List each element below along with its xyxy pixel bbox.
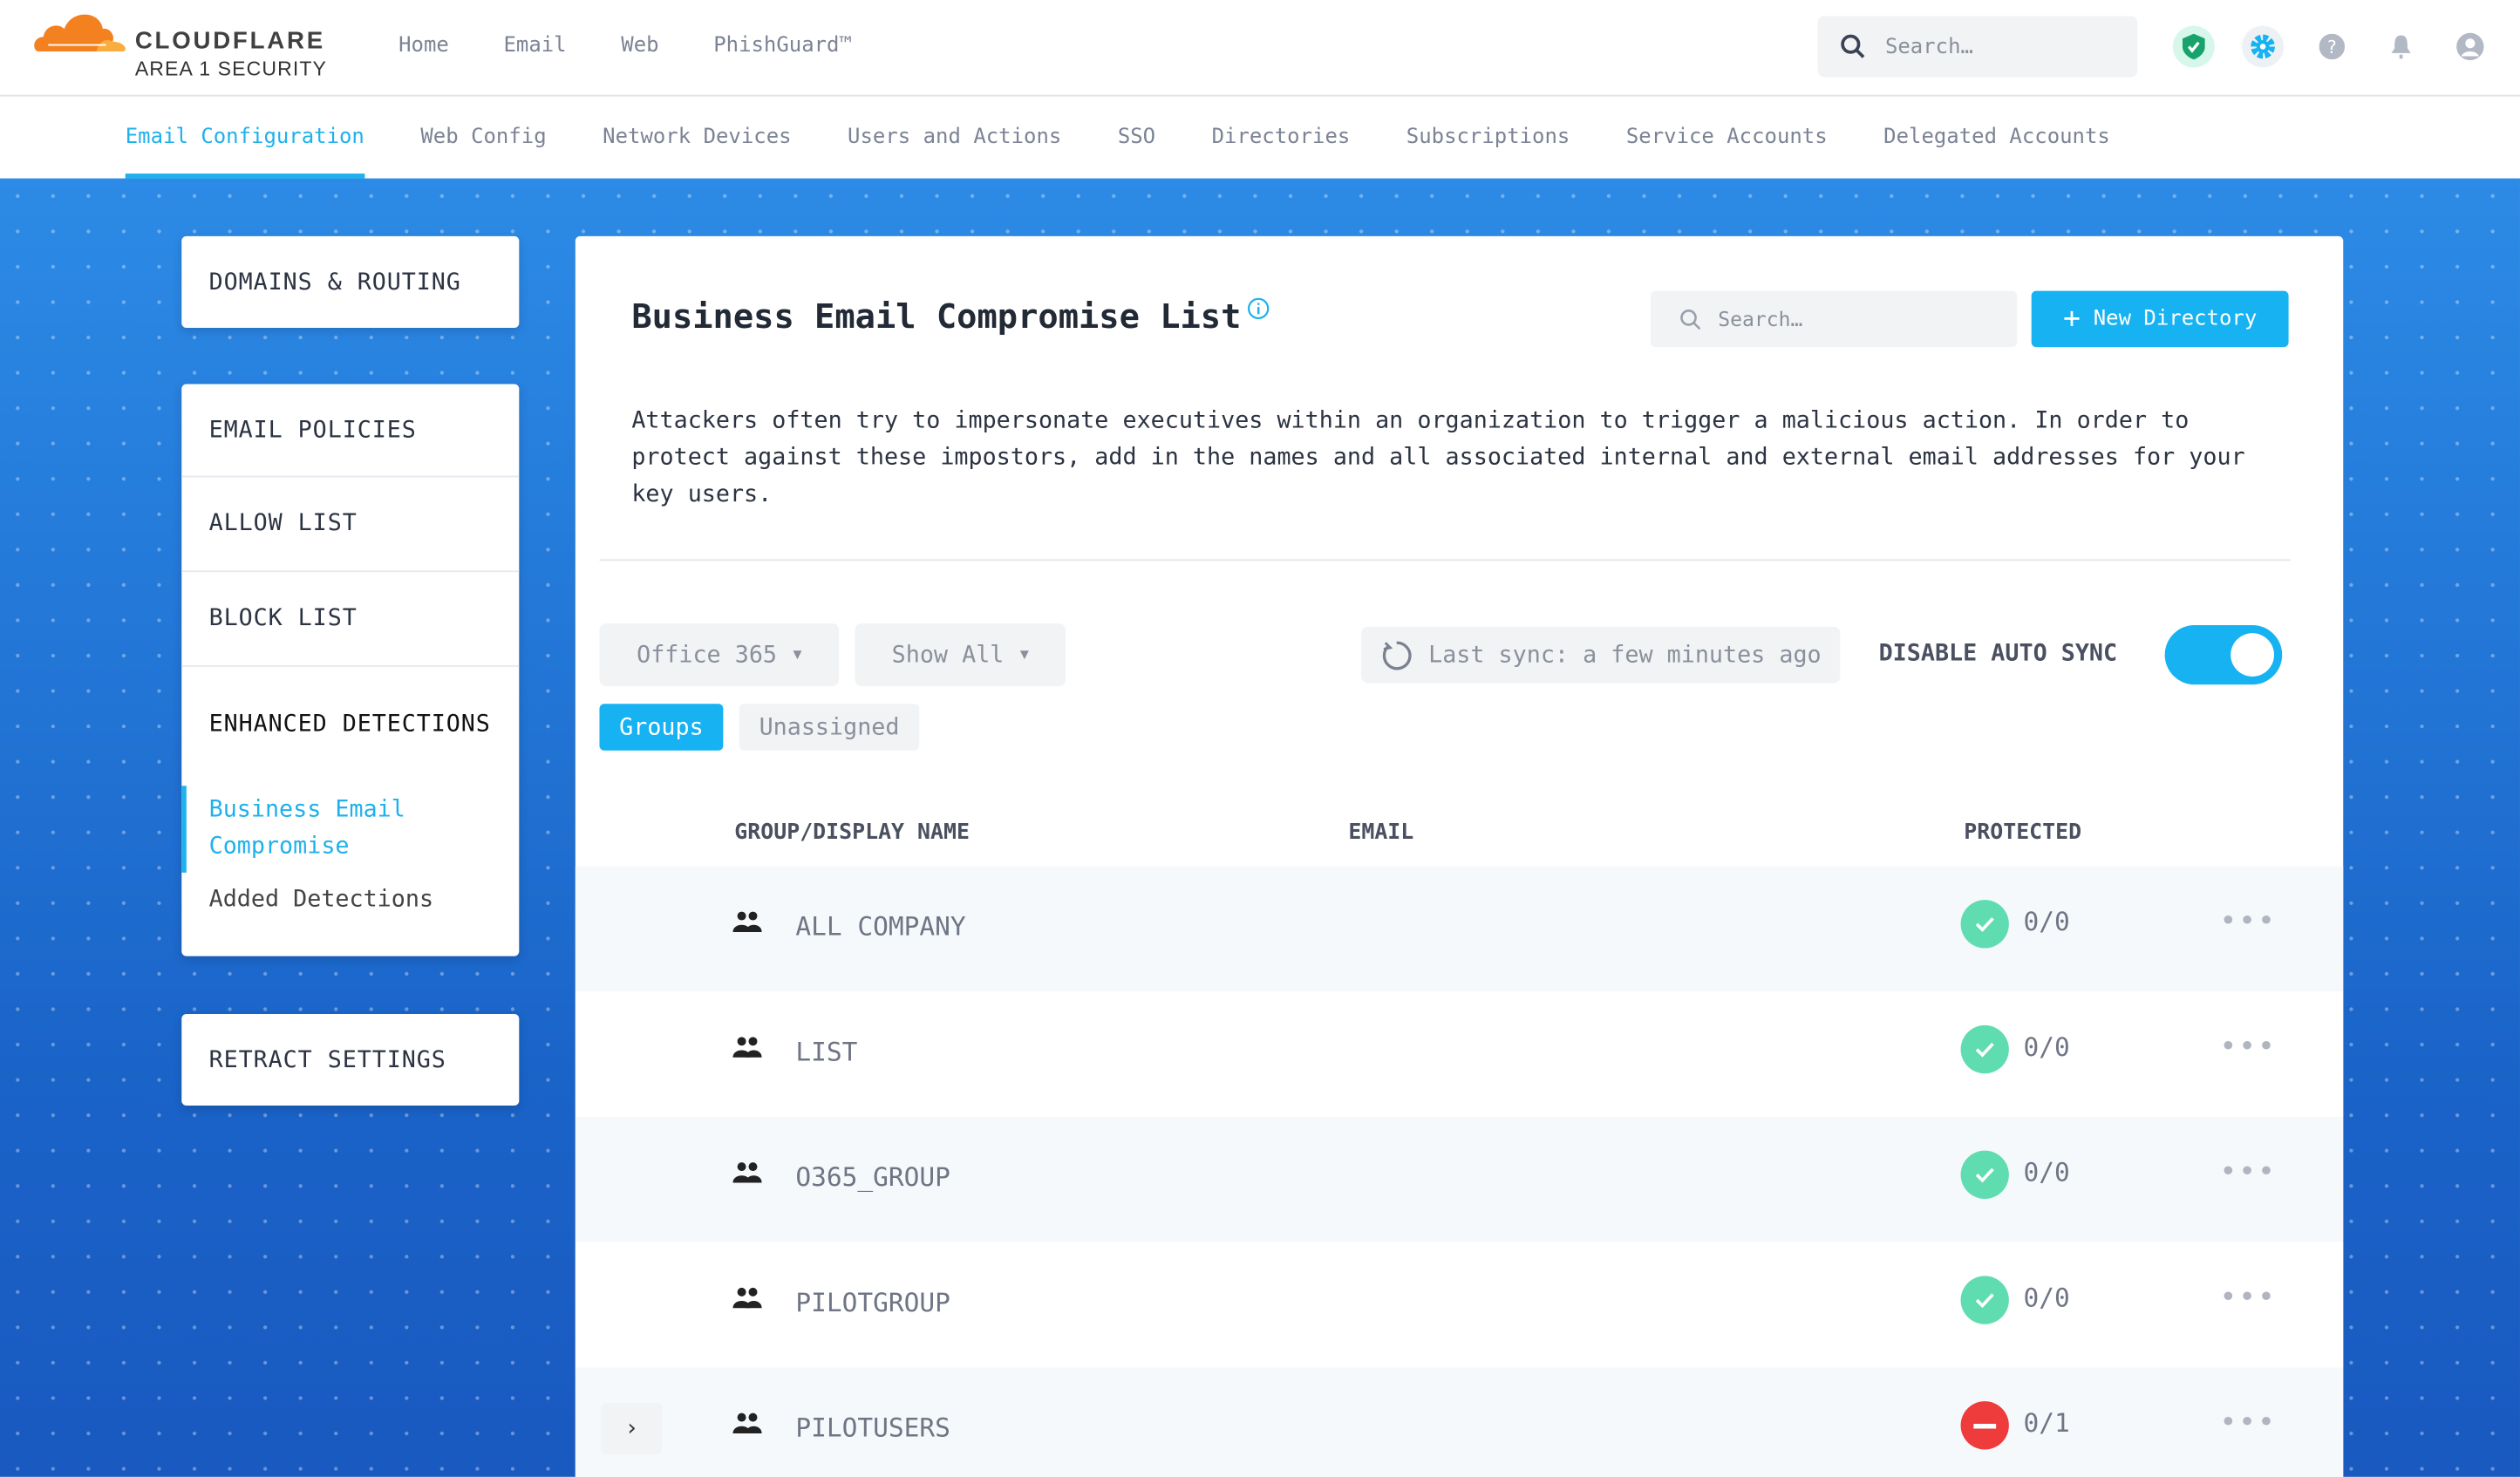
sidebar-domains-routing[interactable]: DOMAINS & ROUTING: [181, 235, 520, 328]
directory-select[interactable]: Office 365 ▼: [599, 623, 840, 687]
check-circle-icon: [1960, 900, 2009, 949]
sidebar-allow-list[interactable]: ALLOW LIST: [181, 477, 520, 573]
refresh-icon: [1382, 640, 1412, 670]
description: Attackers often try to impersonate execu…: [631, 408, 2245, 508]
tab-subscriptions[interactable]: Subscriptions: [1406, 98, 1570, 178]
svg-text:?: ?: [2327, 37, 2337, 58]
directory-search-input[interactable]: Search…: [1650, 290, 2018, 348]
sidebar-enhanced-detections[interactable]: ENHANCED DETECTIONS: [181, 667, 519, 783]
table-row[interactable]: › PILOTUSERS 0/1 •••: [575, 1367, 2344, 1477]
tab-users-actions[interactable]: Users and Actions: [848, 98, 1061, 178]
plus-icon: +: [2062, 302, 2081, 337]
group-name: O365_GROUP: [795, 1161, 950, 1193]
check-circle-icon: [1960, 1024, 2009, 1074]
protected-count: 0/0: [2023, 1157, 2070, 1188]
column-header-protected[interactable]: PROTECTED: [1964, 820, 2081, 845]
tab-service-accounts[interactable]: Service Accounts: [1626, 98, 1828, 178]
more-options-icon[interactable]: •••: [2219, 1155, 2276, 1189]
table-row[interactable]: › LIST 0/0 •••: [575, 991, 2344, 1117]
chevron-right-icon: ›: [624, 1415, 639, 1442]
group-name: LIST: [795, 1036, 858, 1067]
tab-sso[interactable]: SSO: [1118, 98, 1155, 178]
divider: [599, 559, 2291, 562]
caret-down-icon: ▼: [793, 646, 802, 664]
sync-now-button[interactable]: Last sync: a few minutes ago: [1361, 626, 1841, 684]
column-header-name[interactable]: GROUP/DISPLAY NAME: [734, 820, 970, 845]
table-row[interactable]: › O365_GROUP 0/0 •••: [575, 1116, 2344, 1242]
sidebar-block-list[interactable]: BLOCK LIST: [181, 572, 520, 667]
help-icon[interactable]: ?: [2311, 25, 2353, 67]
column-header-email[interactable]: EMAIL: [1348, 820, 1413, 845]
protected-count: 0/1: [2023, 1407, 2070, 1439]
filter-select[interactable]: Show All ▼: [855, 623, 1066, 687]
sidebar-bec[interactable]: Business Email Compromise: [181, 786, 519, 873]
tab-groups[interactable]: Groups: [599, 704, 724, 751]
tab-delegated-accounts[interactable]: Delegated Accounts: [1883, 98, 2110, 178]
group-icon: [732, 911, 762, 932]
table-row[interactable]: › ALL COMPANY 0/0 •••: [575, 866, 2344, 992]
expand-button[interactable]: ›: [601, 1403, 663, 1455]
nav-email[interactable]: Email: [503, 34, 566, 58]
auto-sync-toggle[interactable]: [2164, 624, 2283, 685]
page-title: Business Email Compromise List: [631, 297, 1270, 336]
tab-email-configuration[interactable]: Email Configuration: [125, 98, 364, 179]
minus-circle-icon: [1960, 1401, 2009, 1450]
group-icon: [732, 1287, 762, 1309]
group-icon: [732, 1162, 762, 1183]
more-options-icon[interactable]: •••: [2219, 1406, 2276, 1440]
bell-icon[interactable]: [2380, 25, 2422, 67]
check-circle-icon: [1960, 1276, 2009, 1324]
nav-web[interactable]: Web: [621, 34, 658, 58]
more-options-icon[interactable]: •••: [2219, 1030, 2276, 1064]
tab-unassigned[interactable]: Unassigned: [739, 704, 920, 751]
user-icon[interactable]: [2449, 25, 2491, 67]
sidebar-policies-card: EMAIL POLICIES ALLOW LIST BLOCK LIST ENH…: [181, 384, 520, 956]
search-icon: [1680, 309, 1701, 330]
group-icon: [732, 1412, 762, 1434]
new-directory-button[interactable]: + New Directory: [2031, 290, 2289, 348]
gear-icon[interactable]: [2242, 25, 2285, 68]
protected-count: 0/0: [2023, 1282, 2070, 1313]
protected-count: 0/0: [2023, 906, 2070, 937]
table-row[interactable]: › PILOTGROUP 0/0 •••: [575, 1242, 2344, 1368]
cloud-icon: [34, 14, 126, 51]
check-circle-icon: [1960, 1150, 2009, 1199]
sidebar-email-policies[interactable]: EMAIL POLICIES: [181, 385, 520, 478]
tab-directories[interactable]: Directories: [1212, 98, 1351, 178]
settings-tabs: Email Configuration Web Config Network D…: [0, 98, 2520, 179]
info-icon[interactable]: [1248, 297, 1270, 320]
group-icon: [732, 1037, 762, 1058]
nav-home[interactable]: Home: [398, 34, 449, 58]
shield-check-icon[interactable]: [2172, 25, 2215, 68]
auto-sync-label: DISABLE AUTO SYNC: [1878, 641, 2118, 667]
search-icon: [1841, 34, 1865, 58]
group-name: PILOTGROUP: [795, 1287, 950, 1318]
cloudflare-logo[interactable]: CLOUDFLARE AREA 1 SECURITY: [32, 6, 326, 80]
caret-down-icon: ▼: [1019, 646, 1029, 664]
nav-phishguard[interactable]: PhishGuard™: [713, 34, 852, 58]
group-name: ALL COMPANY: [795, 911, 966, 943]
top-bar: CLOUDFLARE AREA 1 SECURITY Home Email We…: [0, 0, 2520, 97]
sidebar-added-detections[interactable]: Added Detections: [181, 875, 519, 923]
group-name: PILOTUSERS: [795, 1412, 950, 1444]
tab-network-devices[interactable]: Network Devices: [603, 98, 791, 178]
global-search-input[interactable]: Search…: [1817, 16, 2138, 78]
more-options-icon[interactable]: •••: [2219, 1281, 2276, 1315]
bec-panel: Business Email Compromise List Search… +…: [575, 235, 2344, 1477]
tab-web-config[interactable]: Web Config: [420, 98, 546, 178]
protected-count: 0/0: [2023, 1031, 2070, 1063]
more-options-icon[interactable]: •••: [2219, 905, 2276, 939]
sidebar-retract-settings[interactable]: RETRACT SETTINGS: [181, 1013, 520, 1106]
